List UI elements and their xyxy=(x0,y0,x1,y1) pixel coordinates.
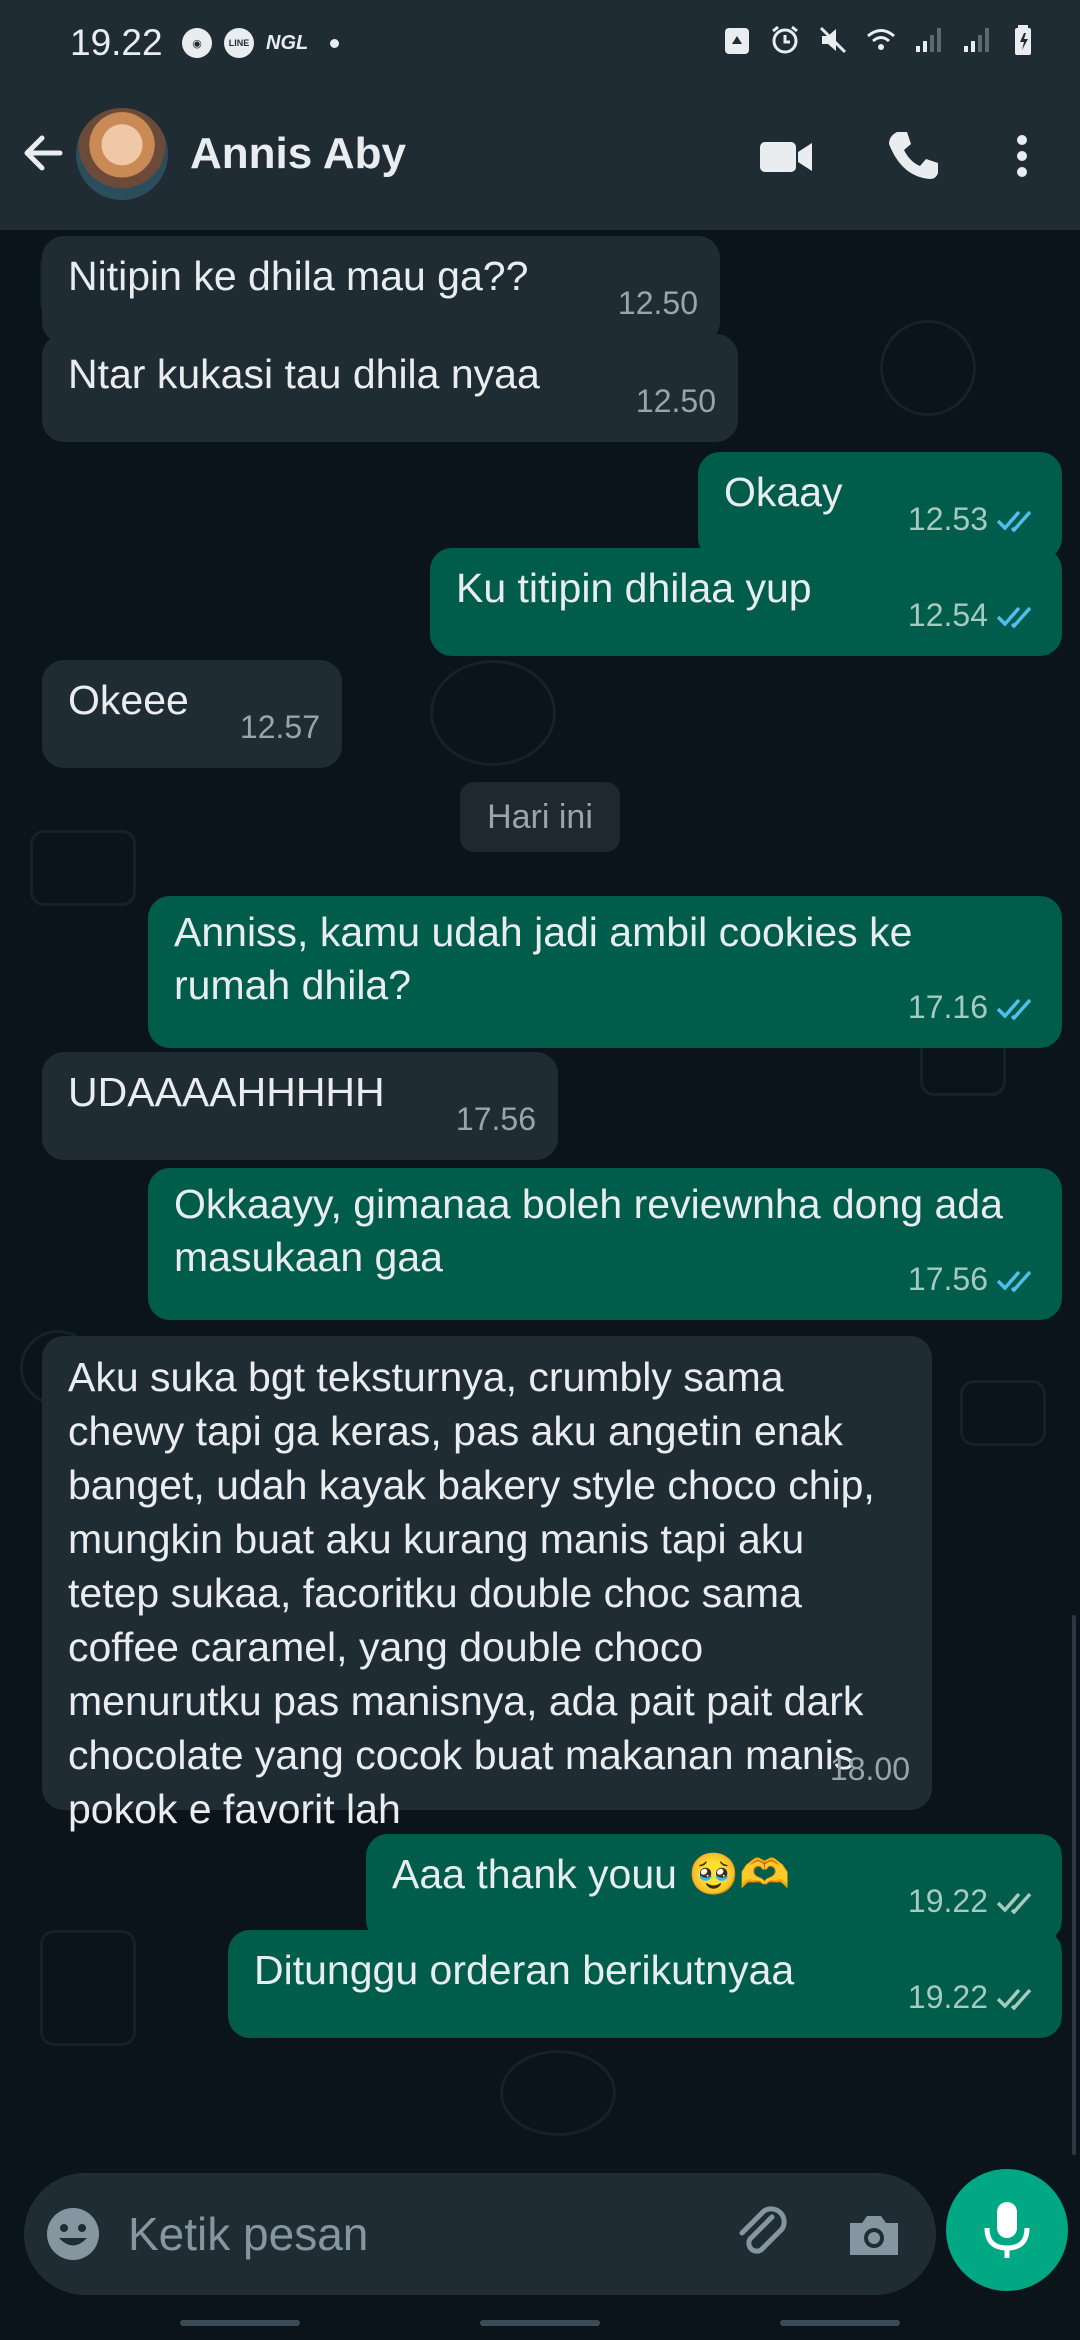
message-time: 17.16 xyxy=(907,989,988,1025)
message-outgoing[interactable]: Okaay 12.53 xyxy=(698,452,1062,560)
video-call-icon[interactable] xyxy=(756,126,816,186)
chrome-icon: ◉ xyxy=(182,28,212,58)
delivered-receipt-icon xyxy=(996,1988,1032,2011)
message-meta: 12.50 xyxy=(636,375,716,428)
mute-icon xyxy=(819,26,847,54)
message-meta: 17.56 xyxy=(456,1093,536,1146)
system-icons xyxy=(722,24,1040,56)
message-text: Ditunggu orderan berikutnyaa xyxy=(254,1947,795,1993)
message-outgoing[interactable]: Aaa thank youu 🥹🫶 19.22 xyxy=(366,1834,1062,1942)
message-text: Nitipin ke dhila mau ga?? xyxy=(68,253,529,299)
system-nav-bar xyxy=(0,2310,1080,2340)
chat-header: Annis Aby xyxy=(0,84,1080,230)
wallpaper-doodle xyxy=(960,1380,1046,1446)
message-time: 12.50 xyxy=(617,285,698,321)
message-outgoing[interactable]: Anniss, kamu udah jadi ambil cookies ke … xyxy=(148,896,1062,1048)
delivered-receipt-icon xyxy=(996,1892,1032,1915)
status-time: 19.22 xyxy=(70,22,163,63)
message-meta: 17.16 xyxy=(908,981,1040,1034)
line-icon-label: LINE xyxy=(228,38,250,48)
message-time: 19.22 xyxy=(907,1979,988,2015)
message-time: 12.57 xyxy=(239,709,320,745)
signal-icon-2 xyxy=(964,28,989,52)
camera-icon[interactable] xyxy=(844,2205,904,2265)
scrollbar[interactable] xyxy=(1072,1615,1076,2155)
emoji-icon[interactable] xyxy=(44,2205,102,2263)
read-receipt-icon xyxy=(996,998,1032,1021)
message-text: Ntar kukasi tau dhila nyaa xyxy=(68,351,540,397)
avatar[interactable] xyxy=(76,108,168,200)
message-incoming[interactable]: UDAAAAHHHHH 17.56 xyxy=(42,1052,558,1160)
message-meta: 17.56 xyxy=(908,1253,1040,1306)
wallpaper-doodle xyxy=(40,1930,136,2046)
message-text: Okeee xyxy=(68,677,189,723)
chat-area[interactable]: Nitipin ke dhila mau ga?? 12.50 Ntar kuk… xyxy=(0,230,1080,2165)
message-incoming[interactable]: Nitipin ke dhila mau ga?? 12.50 xyxy=(42,236,720,344)
wallpaper-doodle xyxy=(880,320,976,416)
status-bar: 19.22 ◉ LINE NGL xyxy=(0,0,1080,84)
recycle-icon xyxy=(725,28,749,54)
message-text: Aku suka bgt teksturnya, crumbly sama ch… xyxy=(68,1354,875,1832)
message-meta: 19.22 xyxy=(908,1875,1040,1928)
nav-recents-indicator[interactable] xyxy=(180,2320,300,2326)
message-time: 12.53 xyxy=(907,501,988,537)
message-input[interactable]: Ketik pesan xyxy=(24,2173,936,2295)
read-receipt-icon xyxy=(996,1270,1032,1293)
message-time: 17.56 xyxy=(455,1101,536,1137)
message-text: Anniss, kamu udah jadi ambil cookies ke … xyxy=(174,909,913,1008)
read-receipt-icon xyxy=(996,606,1032,629)
wifi-icon xyxy=(867,29,895,50)
message-meta: 19.22 xyxy=(908,1971,1040,2024)
signal-icon xyxy=(916,28,941,52)
message-text: Okkaayy, gimanaa boleh reviewnha dong ad… xyxy=(174,1181,1003,1280)
message-time: 18.00 xyxy=(829,1751,910,1787)
message-incoming[interactable]: Ntar kukasi tau dhila nyaa 12.50 xyxy=(42,334,738,442)
attach-icon[interactable] xyxy=(732,2203,794,2265)
message-incoming[interactable]: Okeee 12.57 xyxy=(42,660,342,768)
message-text: Ku titipin dhilaa yup xyxy=(456,565,812,611)
message-text: UDAAAAHHHHH xyxy=(68,1069,385,1115)
message-meta: 12.57 xyxy=(240,701,320,754)
contact-name[interactable]: Annis Aby xyxy=(190,129,406,179)
message-time: 17.56 xyxy=(907,1261,988,1297)
nav-back-indicator[interactable] xyxy=(780,2320,900,2326)
message-incoming[interactable]: Aku suka bgt teksturnya, crumbly sama ch… xyxy=(42,1336,932,1832)
notification-icons: ◉ LINE NGL xyxy=(182,28,340,58)
battery-icon xyxy=(1015,25,1031,55)
date-separator: Hari ini xyxy=(460,782,620,852)
message-text: Aaa thank youu 🥹🫶 xyxy=(392,1851,791,1897)
wallpaper-doodle xyxy=(500,2050,616,2136)
message-meta: 18.00 xyxy=(830,1742,910,1796)
more-options-icon[interactable] xyxy=(1000,126,1044,186)
message-meta: 12.53 xyxy=(908,493,1040,546)
alarm-icon xyxy=(772,25,798,54)
wallpaper-doodle xyxy=(430,660,556,766)
message-outgoing[interactable]: Ku titipin dhilaa yup 12.54 xyxy=(430,548,1062,656)
message-outgoing[interactable]: Okkaayy, gimanaa boleh reviewnha dong ad… xyxy=(148,1168,1062,1320)
more-notifications-dot xyxy=(330,38,340,48)
message-time: 19.22 xyxy=(907,1883,988,1919)
voice-message-button[interactable] xyxy=(946,2169,1068,2291)
wallpaper-doodle xyxy=(30,830,136,906)
message-meta: 12.54 xyxy=(908,589,1040,642)
line-icon: LINE xyxy=(224,28,254,58)
mic-icon xyxy=(984,2202,1030,2258)
voice-call-icon[interactable] xyxy=(883,126,943,186)
message-text: Okaay xyxy=(724,469,843,515)
message-outgoing[interactable]: Ditunggu orderan berikutnyaa 19.22 xyxy=(228,1930,1062,2038)
message-meta: 12.50 xyxy=(618,277,698,330)
back-arrow-icon[interactable] xyxy=(18,128,68,178)
read-receipt-icon xyxy=(996,510,1032,533)
ngl-icon: NGL xyxy=(266,31,309,54)
message-time: 12.50 xyxy=(635,383,716,419)
nav-home-indicator[interactable] xyxy=(480,2320,600,2326)
message-placeholder: Ketik pesan xyxy=(128,2208,369,2260)
message-time: 12.54 xyxy=(907,597,988,633)
